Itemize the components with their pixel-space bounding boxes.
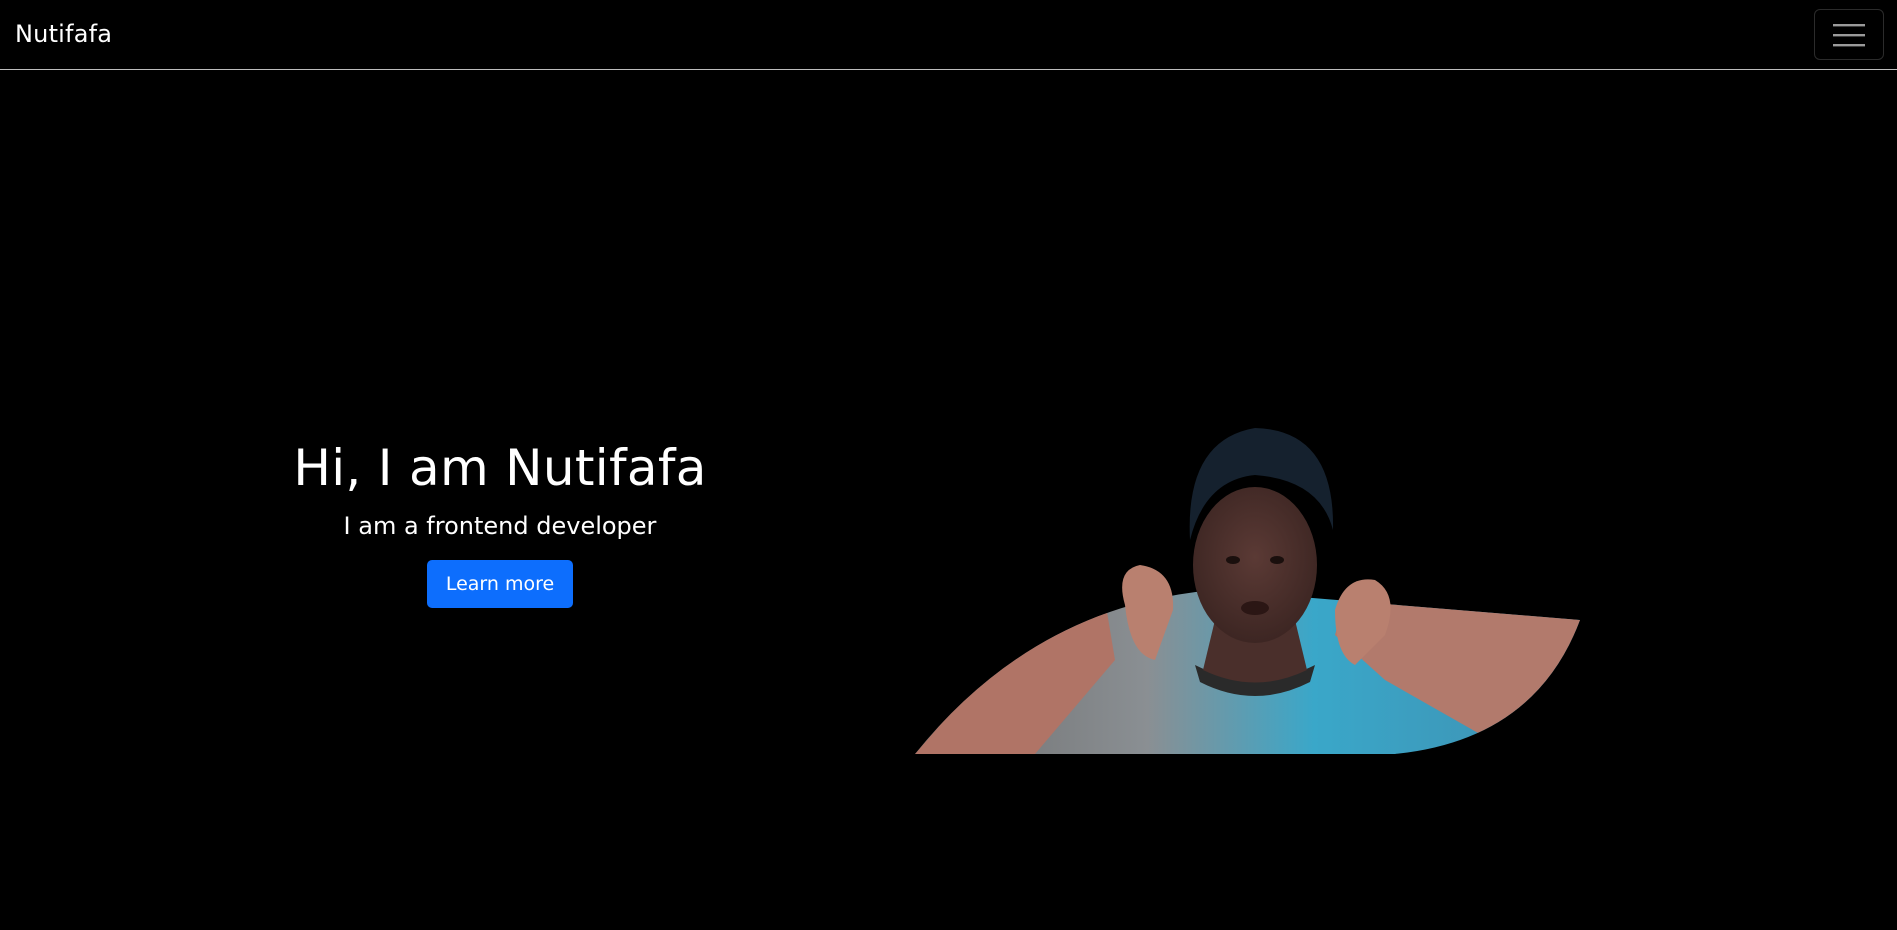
learn-more-button[interactable]: Learn more bbox=[427, 560, 573, 608]
hero-text: Hi, I am Nutifafa I am a frontend develo… bbox=[230, 436, 770, 608]
brand-link[interactable]: Nutifafa bbox=[15, 17, 112, 51]
menu-toggle-button[interactable] bbox=[1814, 9, 1884, 60]
hero-subtitle: I am a frontend developer bbox=[343, 512, 657, 540]
hero-title: Hi, I am Nutifafa bbox=[293, 439, 707, 497]
hero-photo bbox=[915, 420, 1580, 755]
navbar: Nutifafa bbox=[0, 0, 1897, 70]
portrait-image bbox=[915, 428, 1580, 754]
